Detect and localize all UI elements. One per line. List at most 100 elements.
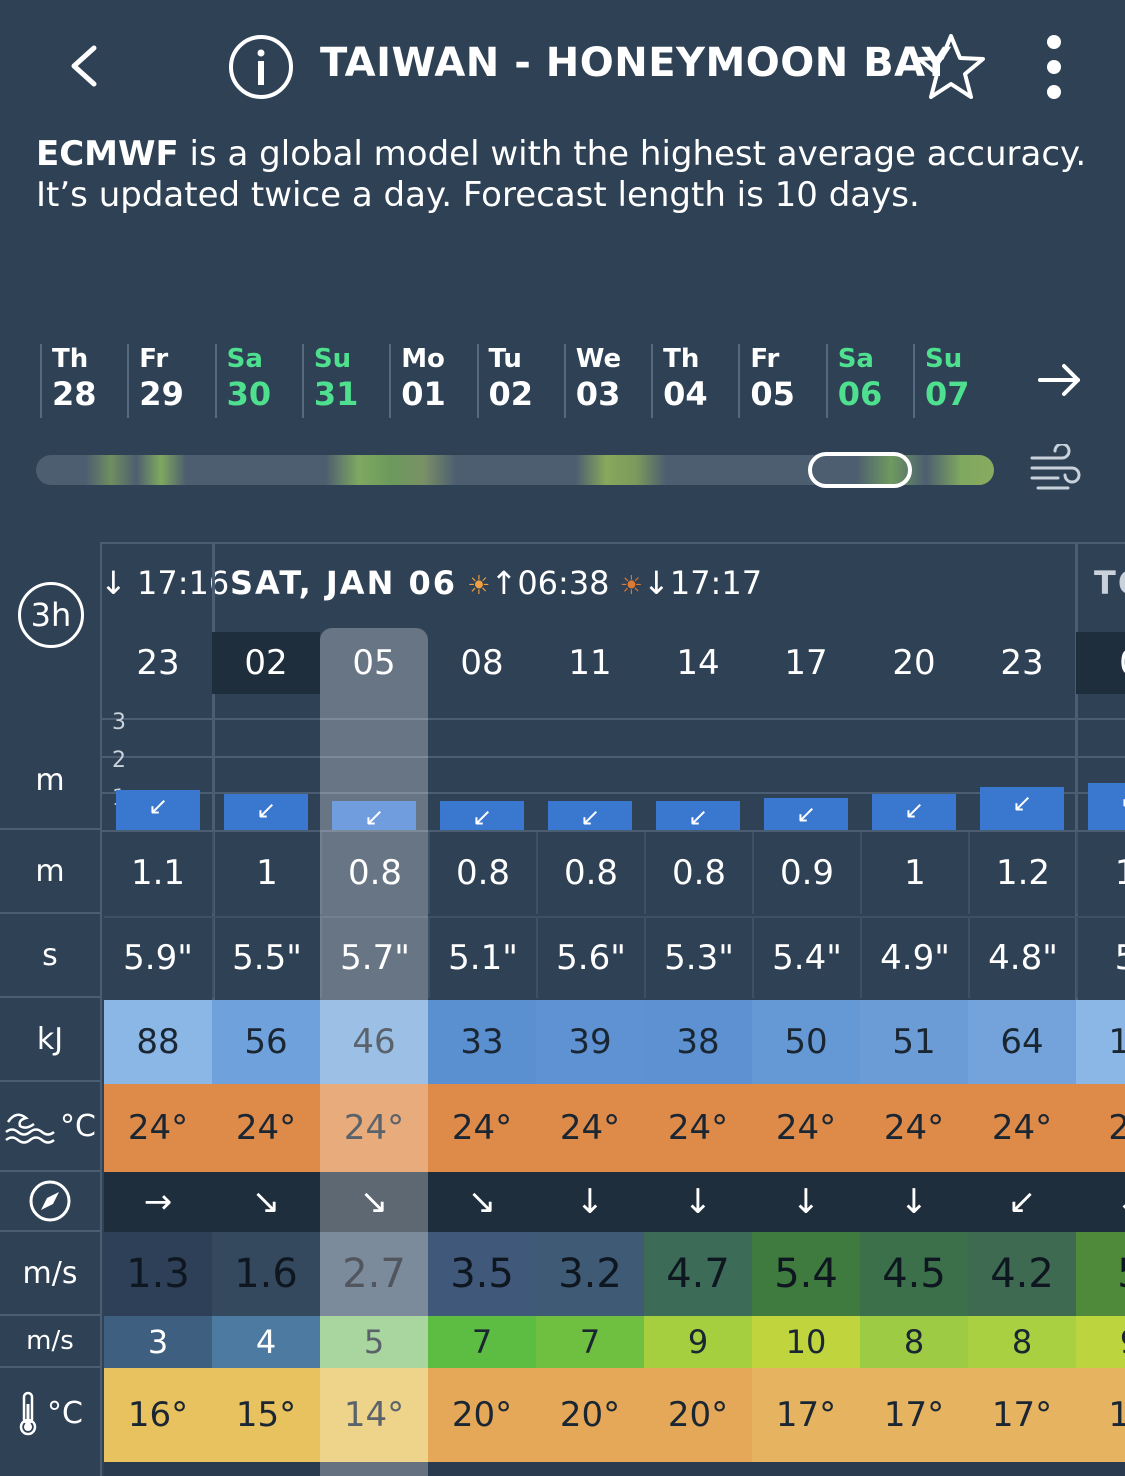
wind-gust-cell: 9	[1076, 1316, 1125, 1368]
air-temp-cell: 20°	[428, 1368, 536, 1462]
row-label-text: m	[35, 762, 65, 798]
forecast-column[interactable]: 0 ↙ 1.5.1124↓5917	[1076, 544, 1125, 1476]
menu-icon[interactable]	[1040, 34, 1068, 100]
day-tab-weekday: Sa	[226, 344, 263, 374]
row-label-water-temp: °C	[0, 1082, 100, 1170]
forecast-column[interactable]: 14 ↙ 0.8 5.3" 38 24° ↓ 4.7 9 20°	[644, 544, 752, 1476]
forecast-column[interactable]: 17 ↙ 0.9 5.4" 50 24° ↓ 5.4 10 17°	[752, 544, 860, 1476]
day-tab[interactable]: Sa 06	[825, 344, 912, 418]
row-label-air-temp: °C	[0, 1368, 100, 1458]
model-name: ECMWF	[36, 134, 179, 174]
day-tab[interactable]: Th 28	[40, 344, 126, 418]
hour-label: 14	[676, 643, 720, 683]
day-tab[interactable]: Su 31	[301, 344, 388, 418]
wave-period-cell: 5.7"	[320, 916, 428, 998]
wave-direction-arrow: ↙	[363, 803, 385, 831]
day-tab[interactable]: Fr 05	[738, 344, 824, 418]
day-tab-date: 07	[925, 375, 970, 413]
forecast-columns[interactable]: ↓ 17:16 SAT, JAN 06 ☀↑06:38 ☀↓17:17 TO 3…	[100, 542, 1125, 1476]
day-tab-date: 29	[139, 375, 184, 413]
wind-speed-cell: 4.5	[860, 1232, 968, 1316]
wave-bar: ↙	[1088, 783, 1125, 830]
wave-bar: ↙	[440, 801, 524, 831]
hour-label: 08	[460, 643, 504, 683]
wave-bar: ↙	[980, 787, 1064, 830]
forecast-column[interactable]: 02 ↙ 1 5.5" 56 24° ↘ 1.6 4 15°	[212, 544, 320, 1476]
wave-bar: ↙	[224, 794, 308, 830]
column-footer	[860, 1462, 968, 1476]
timeline-window-handle[interactable]	[808, 452, 912, 488]
row-label-text: kJ	[36, 1021, 64, 1057]
day-tab[interactable]: We 03	[563, 344, 650, 418]
air-temp-cell: 14°	[320, 1368, 428, 1462]
day-tab-weekday: Th	[663, 344, 700, 374]
air-temp-cell: 17°	[752, 1368, 860, 1462]
water-temp-cell: 24	[1076, 1084, 1125, 1172]
info-icon[interactable]	[228, 34, 294, 100]
day-tab-date: 02	[488, 375, 534, 413]
wind-icon[interactable]	[1028, 444, 1082, 496]
water-temp-cell: 24°	[536, 1084, 644, 1172]
wave-energy-cell: 39	[536, 1000, 644, 1084]
forecast-column[interactable]: 08 ↙ 0.8 5.1" 33 24° ↘ 3.5 7 20°	[428, 544, 536, 1476]
forecast-column[interactable]: 23 ↙ 1.1 5.9" 88 24° → 1.3 3 16°	[104, 544, 212, 1476]
row-label-text: m/s	[22, 1255, 78, 1291]
app-header: TAIWAN - HONEYMOON BAY	[0, 0, 1125, 130]
wind-gust-cell: 9	[644, 1316, 752, 1368]
back-icon[interactable]	[66, 44, 106, 88]
wave-energy-cell: 56	[212, 1000, 320, 1084]
forecast-column[interactable]: 23 ↙ 1.2 4.8" 64 24° ↙ 4.2 8 17°	[968, 544, 1076, 1476]
wave-direction-arrow: ↙	[1011, 789, 1033, 817]
wave-energy-cell: 64	[968, 1000, 1076, 1084]
wind-speed-cell: 4.7	[644, 1232, 752, 1316]
column-footer	[428, 1462, 536, 1476]
wave-height-cell: 0.8	[644, 832, 752, 914]
forecast-column[interactable]: 11 ↙ 0.8 5.6" 39 24° ↓ 3.2 7 20°	[536, 544, 644, 1476]
wind-gust-cell: 4	[212, 1316, 320, 1368]
day-tab-date: 28	[52, 375, 97, 413]
wave-period-cell: 5.5"	[212, 916, 320, 998]
wave-direction-arrow: ↙	[471, 803, 493, 831]
row-label-wind-speed: m/s	[0, 1232, 100, 1314]
thermometer-icon	[19, 1391, 37, 1436]
hour-label: 17	[784, 643, 828, 683]
wave-energy-cell: 38	[644, 1000, 752, 1084]
wave-direction-arrow: ↙	[255, 796, 277, 824]
hour-label: 11	[568, 643, 612, 683]
interval-toggle[interactable]: 3h	[18, 582, 84, 648]
row-label-wind-dir	[0, 1172, 100, 1230]
row-labels: 3h m m s kJ °C m/s m/s °C	[0, 542, 100, 1476]
day-tab[interactable]: Fr 29	[127, 344, 213, 418]
wind-speed-cell: 3.5	[428, 1232, 536, 1316]
wave-energy-cell: 50	[752, 1000, 860, 1084]
day-tab-weekday: Su	[313, 344, 352, 374]
day-tab[interactable]: Mo 01	[389, 344, 475, 418]
star-icon[interactable]	[916, 32, 986, 102]
timeline-segment	[326, 455, 456, 485]
day-tab[interactable]: Su 07	[913, 344, 999, 418]
column-footer	[536, 1462, 644, 1476]
wave-energy-cell: 88	[104, 1000, 212, 1084]
water-temp-cell: 24°	[212, 1084, 320, 1172]
hour-label: 23	[136, 643, 180, 683]
wave-period-cell: 5.	[1076, 916, 1125, 998]
water-temp-cell: 24°	[968, 1084, 1076, 1172]
wind-gust-cell: 10	[752, 1316, 860, 1368]
arrow-right-icon[interactable]	[1036, 360, 1084, 400]
forecast-column[interactable]: 05 ↙ 0.8 5.7" 46 24° ↘ 2.7 5 14°	[320, 544, 428, 1476]
wave-height-cell: 1.2	[968, 832, 1076, 914]
day-tab[interactable]: Tu 02	[476, 344, 563, 418]
forecast-column[interactable]: 20 ↙ 1 4.9" 51 24° ↓ 4.5 8 17°	[860, 544, 968, 1476]
water-temp-cell: 24°	[644, 1084, 752, 1172]
row-label-text: m/s	[26, 1326, 74, 1356]
day-tab[interactable]: Th 04	[651, 344, 737, 418]
day-tab[interactable]: Sa 30	[214, 344, 301, 418]
wave-period-cell: 4.8"	[968, 916, 1076, 998]
day-tab-date: 01	[401, 375, 446, 413]
air-temp-cell: 20°	[536, 1368, 644, 1462]
hour-label: 02	[212, 632, 320, 694]
air-temp-cell: 17	[1076, 1368, 1125, 1462]
wind-gust-cell: 7	[536, 1316, 644, 1368]
row-label-wave-energy: kJ	[0, 998, 100, 1080]
wave-bar: ↙	[548, 801, 632, 831]
